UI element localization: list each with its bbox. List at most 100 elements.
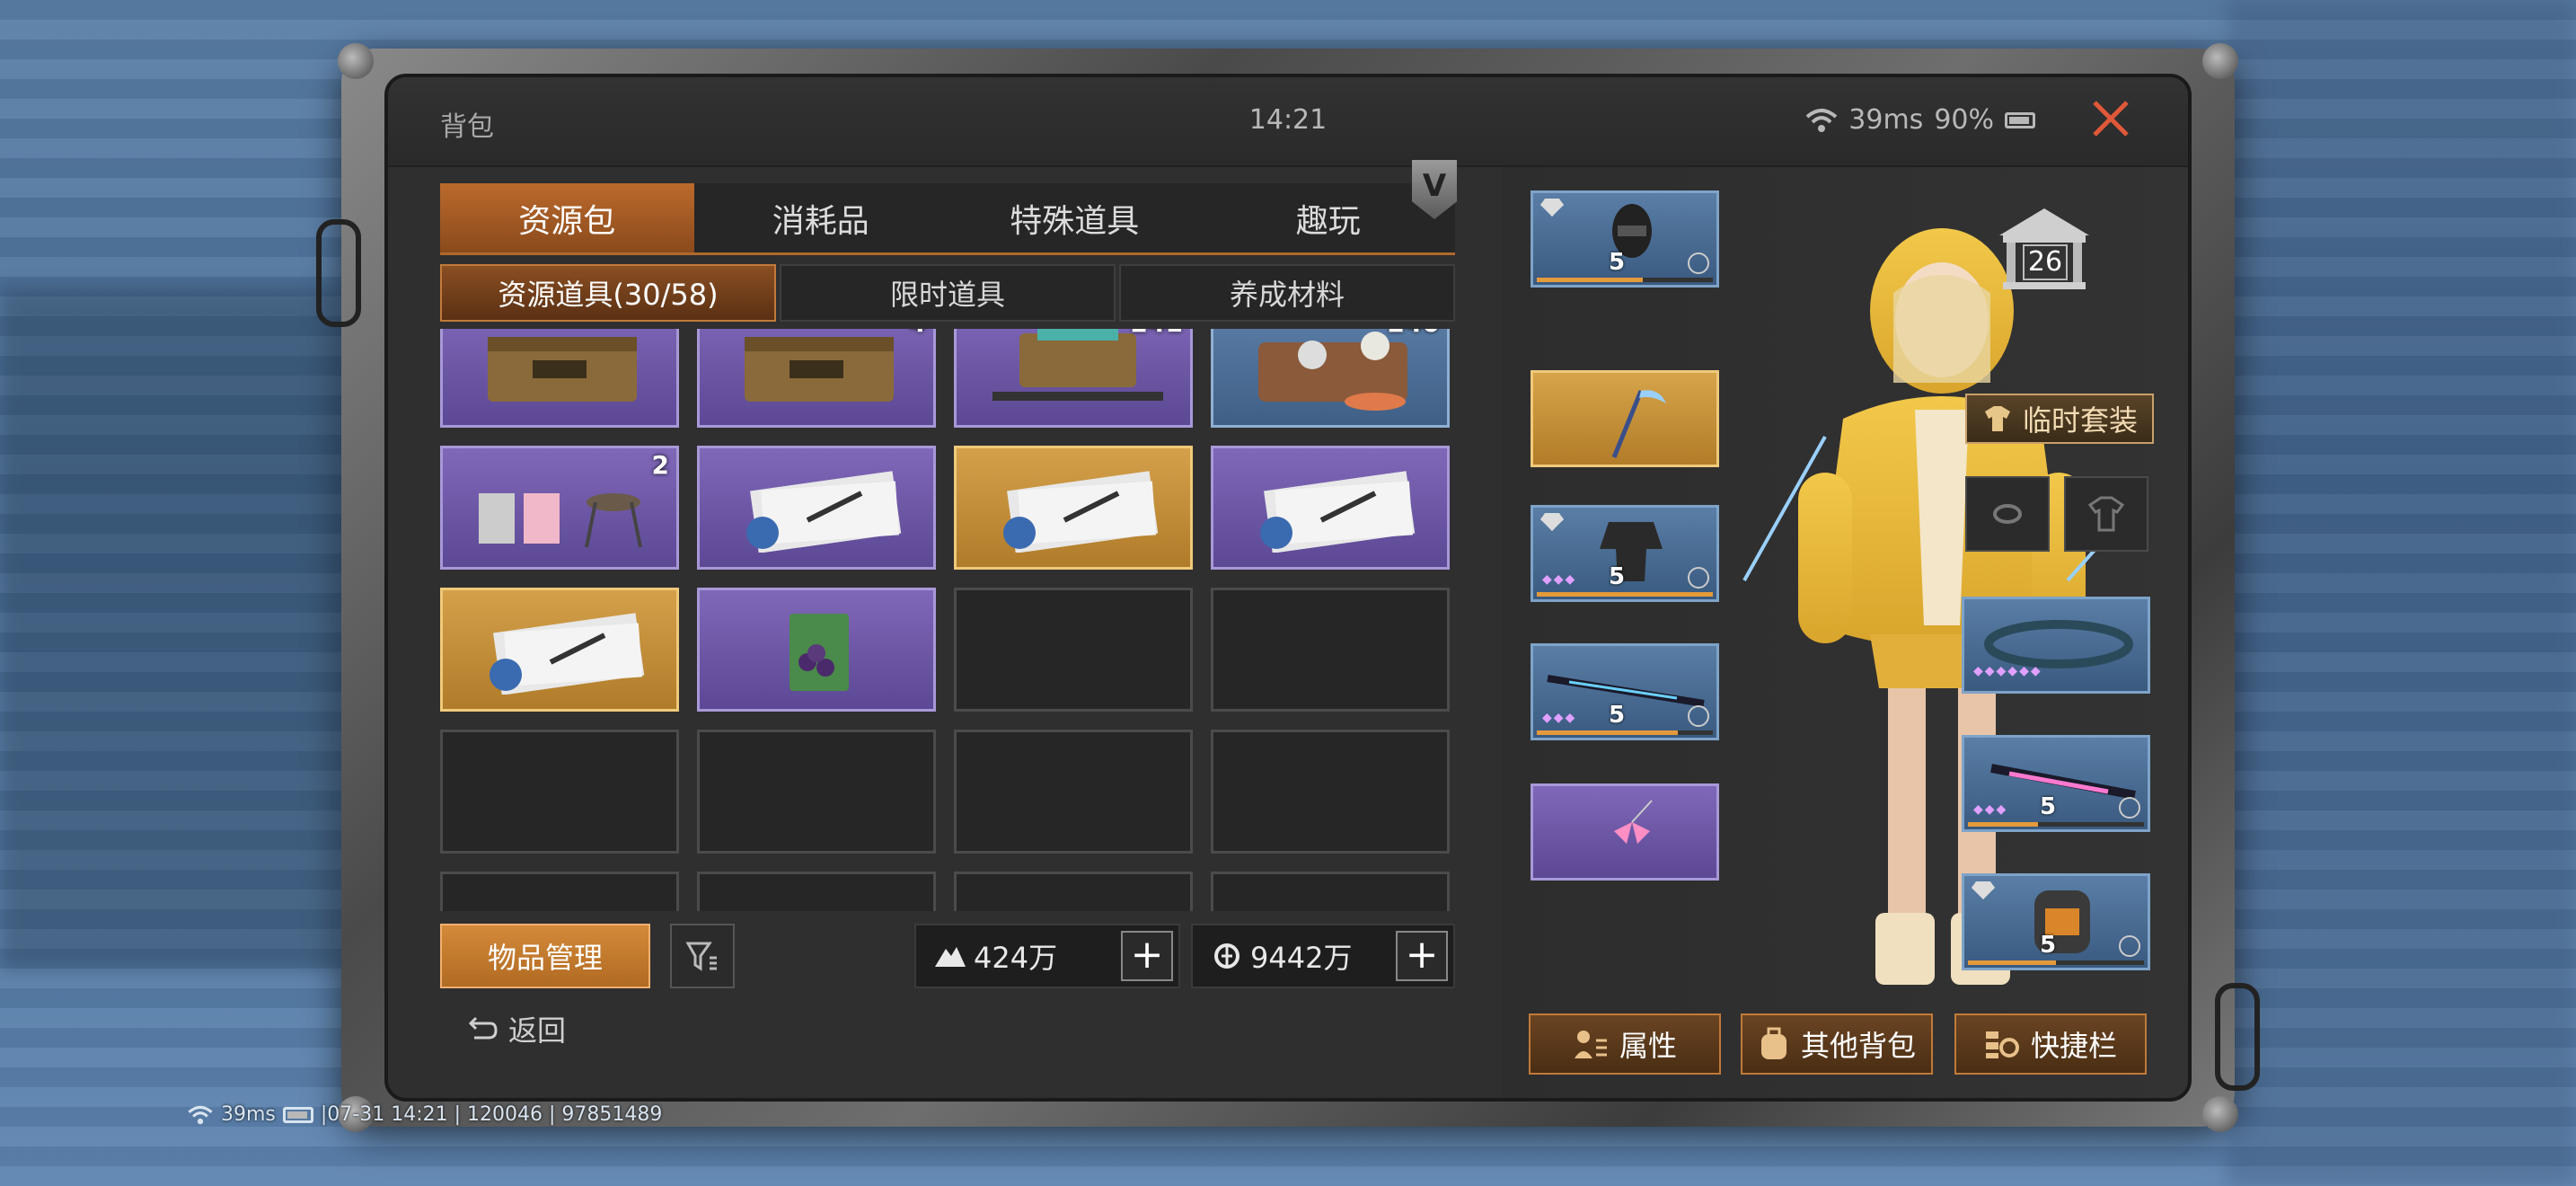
weapon2-mod-icon: [2119, 797, 2140, 819]
status-indicators: 39ms 90%: [1805, 104, 2035, 136]
frame-bolt: [2202, 1096, 2238, 1132]
footer-status: 39ms |07-31 14:21 | 120046 | 97851489: [187, 1103, 662, 1126]
diamond-icon: [1540, 199, 1564, 217]
diamond-icon: [1540, 513, 1564, 531]
empty-item-slot[interactable]: [1211, 730, 1450, 854]
add-ore-button[interactable]: +: [1121, 931, 1173, 981]
shortcut-label: 快捷栏: [2030, 1029, 2117, 1063]
durability-bar: [1968, 960, 2144, 965]
battery-value: 90%: [1934, 104, 1994, 136]
shortcut-bar-button[interactable]: 快捷栏: [1954, 1013, 2147, 1075]
supply-crate-icon: [745, 337, 894, 402]
weapon-parts-crate-icon: [992, 329, 1163, 401]
blueprint-icon: [746, 471, 902, 553]
temp-suit-button[interactable]: 临时套装: [1965, 394, 2154, 444]
other-bags-label: 其他背包: [1800, 1029, 1916, 1063]
ore-currency: 424万 +: [914, 924, 1180, 988]
battery-icon: [2005, 111, 2035, 128]
background-wall-right: [2228, 0, 2576, 1186]
subtab-limited-items[interactable]: 限时道具: [780, 264, 1116, 322]
frame-bolt: [338, 43, 374, 79]
tab-resource-pack[interactable]: 资源包: [440, 183, 694, 252]
item-slot-blueprint[interactable]: [1211, 446, 1450, 570]
ring-slot[interactable]: [1965, 476, 2050, 552]
item-slot-blueprint[interactable]: [440, 588, 679, 712]
coin-icon: [1209, 942, 1245, 970]
item-slot-food-crate[interactable]: 240: [1211, 329, 1450, 428]
tab-consumables[interactable]: 消耗品: [694, 183, 948, 252]
attributes-icon: [1574, 1031, 1607, 1058]
weapon2-level: 5: [2040, 793, 2057, 820]
item-grid: 4 241 240 2: [440, 329, 1450, 911]
blueprint-icon: [1003, 471, 1159, 553]
armor-level: 5: [1609, 563, 1626, 590]
shirt-icon: [2087, 496, 2125, 532]
coin-currency: 9442万 +: [1191, 924, 1455, 988]
player-level: 26: [2023, 244, 2068, 280]
inventory-window: 背包 14:21 39ms 90% 资源包 消耗品 特殊道具 趣玩 V 资源道具…: [384, 74, 2192, 1102]
item-slot-blueprint[interactable]: [954, 446, 1193, 570]
top-bar: 背包 14:21 39ms 90%: [388, 77, 2188, 167]
bow-charm-icon: [1614, 800, 1653, 844]
empty-item-slot[interactable]: [954, 588, 1193, 712]
empty-item-slot[interactable]: [697, 872, 936, 911]
add-coin-button[interactable]: +: [1396, 931, 1448, 981]
item-count: 2: [651, 450, 669, 480]
category-tabs: 资源包 消耗品 特殊道具 趣玩: [440, 183, 1455, 255]
secondary-weapon-slot[interactable]: ◆◆◆ 5: [1962, 735, 2150, 832]
filter-button[interactable]: [670, 924, 735, 988]
empty-item-slot[interactable]: [697, 730, 936, 854]
durability-bar: [1968, 822, 2144, 827]
back-button[interactable]: 返回: [467, 1008, 566, 1049]
empty-item-slot[interactable]: [954, 872, 1193, 911]
empty-item-slot[interactable]: [440, 872, 679, 911]
item-grid-scroll[interactable]: 4 241 240 2: [440, 329, 1455, 911]
close-button[interactable]: [2087, 99, 2134, 146]
tab-special-items[interactable]: 特殊道具: [948, 183, 1202, 252]
empty-item-slot[interactable]: [1211, 588, 1450, 712]
empty-item-slot[interactable]: [954, 730, 1193, 854]
scythe-icon: [1611, 390, 1666, 458]
belt-slot[interactable]: ◆◆◆◆◆◆: [1962, 597, 2150, 694]
backpack-icon: [2034, 890, 2090, 953]
rifle-icon: [1547, 675, 1705, 707]
belt-icon: [1984, 620, 2133, 668]
backpack-slot[interactable]: 5: [1962, 873, 2150, 970]
inventory-panel: 资源包 消耗品 特殊道具 趣玩 V 资源道具(30/58) 限时道具 养成材料 …: [388, 160, 1502, 1098]
item-slot-seed-pack[interactable]: [697, 588, 936, 712]
ping-value: 39ms: [1848, 104, 1924, 136]
filter-icon: [685, 942, 717, 971]
furniture-set-icon: [479, 493, 642, 548]
attributes-label: 属性: [1619, 1029, 1677, 1063]
durability-bar: [1537, 730, 1713, 735]
food-crate-icon: [1258, 332, 1407, 411]
empty-item-slot[interactable]: [440, 730, 679, 854]
other-bags-button[interactable]: 其他背包: [1741, 1013, 1933, 1075]
belt-pips: ◆◆◆◆◆◆: [1973, 664, 2042, 678]
footer-ping: 39ms: [221, 1103, 276, 1126]
ore-amount: 424万: [974, 941, 1058, 975]
equipment-panel: 5 ◆◆◆ 5 ◆◆◆ 5 26 临时套装 ◆◆◆◆◆◆ ◆◆◆ 5 5 属性 …: [1502, 167, 2188, 1098]
item-slot-blueprint[interactable]: [697, 446, 936, 570]
device-frame: 背包 14:21 39ms 90% 资源包 消耗品 特殊道具 趣玩 V 资源道具…: [316, 43, 2260, 1132]
bottom-bar: 物品管理 424万 + 9442万 +: [440, 924, 1455, 988]
item-slot-furniture-set[interactable]: 2: [440, 446, 679, 570]
attributes-button[interactable]: 属性: [1529, 1013, 1721, 1075]
item-count: 4: [909, 329, 926, 338]
diamond-icon: [1972, 881, 1995, 899]
subtab-materials[interactable]: 养成材料: [1119, 264, 1455, 322]
outfit-slot[interactable]: [2064, 476, 2148, 552]
item-slot-weapon-parts-crate[interactable]: 241: [954, 329, 1193, 428]
armor-icon: [1600, 522, 1663, 581]
subtab-resource-items[interactable]: 资源道具(30/58): [440, 264, 776, 322]
frame-hook: [2215, 983, 2260, 1091]
coin-amount: 9442万: [1250, 941, 1353, 975]
item-slot-supply-crate[interactable]: [440, 329, 679, 428]
backpack-mod-icon: [2119, 935, 2140, 957]
item-count: 241: [1131, 329, 1183, 338]
background-wall: [0, 288, 341, 970]
frame-bolt: [2202, 43, 2238, 79]
item-management-button[interactable]: 物品管理: [440, 924, 650, 988]
item-slot-supply-crate[interactable]: 4: [697, 329, 936, 428]
empty-item-slot[interactable]: [1211, 872, 1450, 911]
